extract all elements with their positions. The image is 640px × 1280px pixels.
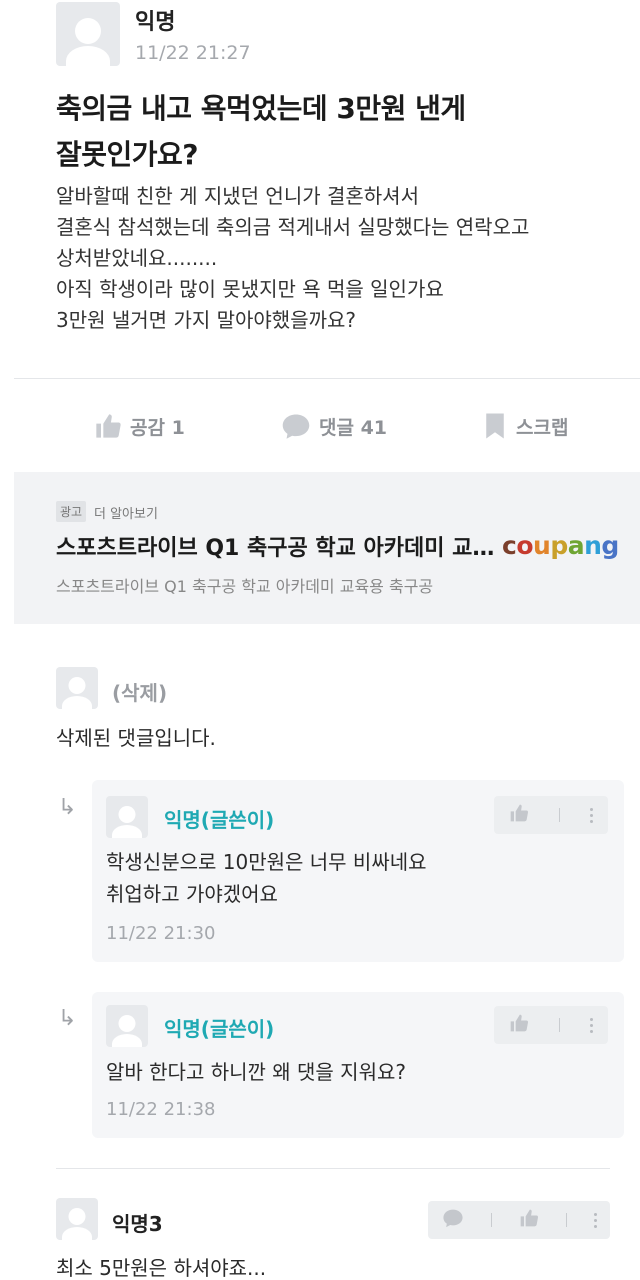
thumbs-up-icon[interactable] [509, 1013, 529, 1037]
bookmark-icon [482, 411, 508, 441]
post-author[interactable]: 익명 [135, 4, 175, 36]
comment-button[interactable]: 댓글 41 [281, 408, 387, 444]
post-body-line: 알바할때 친한 게 지냈던 언니가 결혼하셔서 [56, 184, 419, 208]
comment-text: 최소 5만원은 하셔야죠... [56, 1256, 267, 1280]
post-body: 알바할때 친한 게 지냈던 언니가 결혼하셔서 결혼식 참석했는데 축의금 적게… [56, 181, 626, 336]
comment-label: 댓글 41 [319, 416, 388, 439]
logo-letter: g [601, 531, 619, 560]
comment-text: 학생신분으로 10만원은 너무 비싸네요 [106, 850, 427, 874]
reply-comment: 익명(글쓴이) 알바 한다고 하니깐 왜 댓을 지워요? 11/22 21:38 [92, 992, 624, 1138]
divider [56, 1168, 610, 1169]
author-avatar[interactable] [56, 2, 120, 66]
scrap-button[interactable]: 스크랩 [482, 408, 568, 444]
comment-avatar[interactable] [56, 667, 98, 709]
post-time: 11/22 21:27 [135, 42, 251, 64]
separator [490, 1213, 492, 1227]
comment-text: 취업하고 가야겠어요 [106, 882, 278, 906]
logo-letter: a [567, 531, 585, 560]
logo-letter: p [550, 531, 568, 560]
comment-time: 11/22 21:38 [106, 1099, 216, 1120]
separator [559, 808, 560, 822]
comment-author: 익명3 [112, 1212, 163, 1236]
speech-bubble-icon [281, 412, 311, 440]
divider [14, 378, 640, 379]
speech-bubble-icon[interactable] [442, 1208, 464, 1232]
thumbs-up-icon[interactable] [519, 1208, 539, 1232]
reply-arrow-icon: ↳ [58, 1006, 77, 1031]
comment-author: 익명(글쓴이) [164, 808, 275, 832]
comment-time: 11/22 21:30 [106, 923, 216, 944]
logo-letter: c [502, 531, 517, 560]
comment-actions [494, 1006, 608, 1044]
ad-more-link[interactable]: 더 알아보기 [94, 503, 158, 522]
logo-letter: n [584, 531, 602, 560]
ad-badge: 광고 [56, 501, 87, 522]
ad-title[interactable]: 스포츠트라이브 Q1 축구공 학교 아카데미 교육용 [56, 530, 496, 562]
post-page: 익명 11/22 21:27 축의금 내고 욕먹었는데 3만원 낸게 잘못인가요… [0, 0, 640, 1280]
scrap-label: 스크랩 [516, 416, 569, 439]
separator [559, 1018, 560, 1032]
more-options-icon[interactable] [593, 1212, 597, 1228]
thumbs-up-icon[interactable] [509, 803, 529, 827]
comment-text: 알바 한다고 하니깐 왜 댓을 지워요? [106, 1060, 407, 1084]
post-title-line: 축의금 내고 욕먹었는데 3만원 낸게 [56, 92, 466, 125]
more-options-icon[interactable] [590, 1017, 593, 1033]
like-label: 공감 1 [130, 416, 185, 439]
post-body-line: 3만원 낼거면 가지 말아야했을까요? [56, 308, 357, 332]
comment-avatar[interactable] [56, 1198, 98, 1240]
post-body-line: 결혼식 참석했는데 축의금 적게내서 실망했다는 연락오고 [56, 215, 530, 239]
logo-letter: u [533, 531, 551, 560]
coupang-logo[interactable]: coupang [502, 531, 619, 560]
ad-banner[interactable]: 광고 더 알아보기 스포츠트라이브 Q1 축구공 학교 아카데미 교육용 스포츠… [14, 472, 640, 624]
reply-comment: 익명(글쓴이) 학생신분으로 10만원은 너무 비싸네요 취업하고 가야겠어요 … [92, 780, 624, 962]
post-title-line: 잘못인가요? [56, 138, 199, 171]
ad-subtitle: 스포츠트라이브 Q1 축구공 학교 아카데미 교육용 축구공 [56, 577, 434, 596]
comment-author: (삭제) [112, 681, 168, 705]
comment-author: 익명(글쓴이) [164, 1017, 275, 1041]
comment-avatar[interactable] [106, 796, 148, 838]
thumbs-up-icon [94, 412, 122, 440]
comment-avatar[interactable] [106, 1005, 148, 1047]
separator [565, 1213, 567, 1227]
post-title: 축의금 내고 욕먹었는데 3만원 낸게 잘못인가요? [56, 86, 616, 178]
more-options-icon[interactable] [590, 807, 593, 823]
reply-arrow-icon: ↳ [58, 795, 77, 820]
post-body-line: 아직 학생이라 많이 못냈지만 욕 먹을 일인가요 [56, 277, 444, 301]
post-body-line: 상처받았네요........ [56, 246, 218, 270]
logo-letter: o [516, 531, 534, 560]
comment-text: 삭제된 댓글입니다. [56, 726, 216, 750]
comment-actions [494, 796, 608, 834]
comment-actions [428, 1201, 610, 1239]
like-button[interactable]: 공감 1 [94, 408, 185, 444]
